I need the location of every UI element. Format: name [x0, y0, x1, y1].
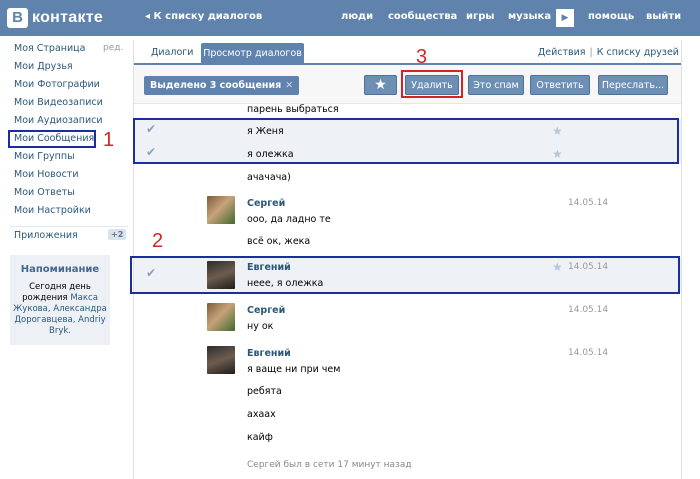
message-text: ахаах — [247, 409, 276, 420]
avatar[interactable] — [207, 261, 235, 289]
checkmark-icon[interactable]: ✔ — [146, 266, 156, 280]
sidebar-item-groups[interactable]: Мои Группы — [14, 151, 75, 162]
message-text: кайф — [247, 432, 273, 443]
play-icon[interactable]: ▶ — [556, 9, 574, 27]
message-text: ачачача) — [247, 172, 291, 183]
avatar[interactable] — [207, 346, 235, 374]
clear-selection-icon[interactable]: ✕ — [285, 80, 293, 91]
message-text: всё ок, жека — [247, 236, 311, 247]
message-date: 14.05.14 — [568, 198, 609, 208]
nav-logout[interactable]: выйти — [646, 11, 681, 22]
message-text: ну ок — [247, 321, 274, 332]
online-status: Сергей был в сети 17 минут назад — [247, 460, 412, 470]
message-date: 14.05.14 — [568, 348, 609, 358]
vk-logo[interactable]: В контакте — [7, 7, 103, 28]
tab-dialogs[interactable]: Диалоги — [151, 47, 193, 58]
star-icon[interactable]: ★ — [552, 124, 563, 138]
reply-button[interactable]: Ответить — [530, 75, 590, 95]
birthday-reminder: Напоминание Сегодня день рождения Макса … — [10, 255, 110, 345]
delete-highlight-frame — [401, 70, 463, 98]
checkmark-icon[interactable]: ✔ — [146, 122, 156, 136]
message-date: 14.05.14 — [568, 305, 609, 315]
message-text: ооо, да ладно те — [247, 214, 331, 225]
nav-people[interactable]: люди — [341, 11, 373, 22]
star-icon[interactable]: ★ — [552, 260, 563, 274]
reminder-text: Сегодня день рождения Макса Жукова, Алек… — [13, 282, 107, 337]
spam-button[interactable]: Это спам — [468, 75, 524, 95]
sidebar-item-news[interactable]: Мои Новости — [14, 169, 79, 180]
nav-music[interactable]: музыка — [508, 11, 551, 22]
selected-count-badge: Выделено 3 сообщения ✕ — [144, 76, 300, 95]
annotation-2: 2 — [152, 230, 164, 252]
selected-count-label: Выделено 3 сообщения — [150, 80, 282, 91]
back-to-dialogs-link[interactable]: ◂ К списку диалогов — [145, 11, 262, 22]
sidebar-item-photos[interactable]: Мои Фотографии — [14, 79, 100, 90]
reminder-line-birthday: рождения — [22, 293, 68, 303]
tab-view-dialogs[interactable]: Просмотр диалогов — [201, 43, 304, 64]
sidebar-item-apps[interactable]: Приложения — [14, 230, 78, 241]
checkmark-icon[interactable]: ✔ — [146, 145, 156, 159]
sidebar-divider — [10, 226, 128, 227]
avatar[interactable] — [207, 196, 235, 224]
sidebar-item-friends[interactable]: Мои Друзья — [14, 61, 73, 72]
annotation-1: 1 — [103, 129, 115, 151]
apps-count-badge[interactable]: +2 — [108, 229, 127, 240]
messages-highlight-frame — [8, 130, 96, 148]
message-text[interactable]: я Женя — [247, 126, 284, 137]
sender-name[interactable]: Евгений — [247, 348, 291, 359]
logo-mark: В — [7, 7, 28, 28]
message-text: я ваще ни при чем — [247, 364, 341, 375]
logo-text: контакте — [32, 8, 104, 26]
actions-link[interactable]: Действия — [538, 47, 586, 58]
sidebar-item-settings[interactable]: Мои Настройки — [14, 205, 91, 216]
star-button[interactable]: ★ — [364, 75, 397, 95]
sender-name[interactable]: Сергей — [247, 305, 285, 316]
nav-games[interactable]: игры — [466, 11, 494, 22]
avatar[interactable] — [207, 303, 235, 331]
panel-links: Действия | К списку друзей — [537, 47, 679, 58]
reminder-line-today: Сегодня день — [29, 282, 91, 292]
sidebar-item-videos[interactable]: Мои Видеозаписи — [14, 97, 103, 108]
message-text: парень выбраться — [247, 104, 339, 115]
selection-frame-1 — [133, 118, 679, 164]
annotation-3: 3 — [416, 46, 428, 68]
message-text[interactable]: неее, я олежка — [247, 278, 323, 289]
message-date: 14.05.14 — [568, 262, 609, 272]
sidebar-edit-link[interactable]: ред. — [103, 43, 123, 53]
nav-communities[interactable]: сообщества — [388, 11, 457, 22]
sidebar-item-audio[interactable]: Мои Аудиозаписи — [14, 115, 103, 126]
message-text: ребята — [247, 386, 282, 397]
forward-button[interactable]: Переслать... — [598, 75, 668, 95]
reminder-title: Напоминание — [20, 264, 100, 275]
star-icon[interactable]: ★ — [552, 147, 563, 161]
nav-help[interactable]: помощь — [588, 11, 634, 22]
sender-name[interactable]: Сергей — [247, 198, 285, 209]
message-text[interactable]: я олежка — [247, 149, 294, 160]
sidebar-item-answers[interactable]: Мои Ответы — [14, 187, 75, 198]
sidebar-item-my-page[interactable]: Моя Страница — [14, 43, 85, 54]
sender-name[interactable]: Евгений — [247, 262, 291, 273]
friends-list-link[interactable]: К списку друзей — [597, 47, 679, 58]
